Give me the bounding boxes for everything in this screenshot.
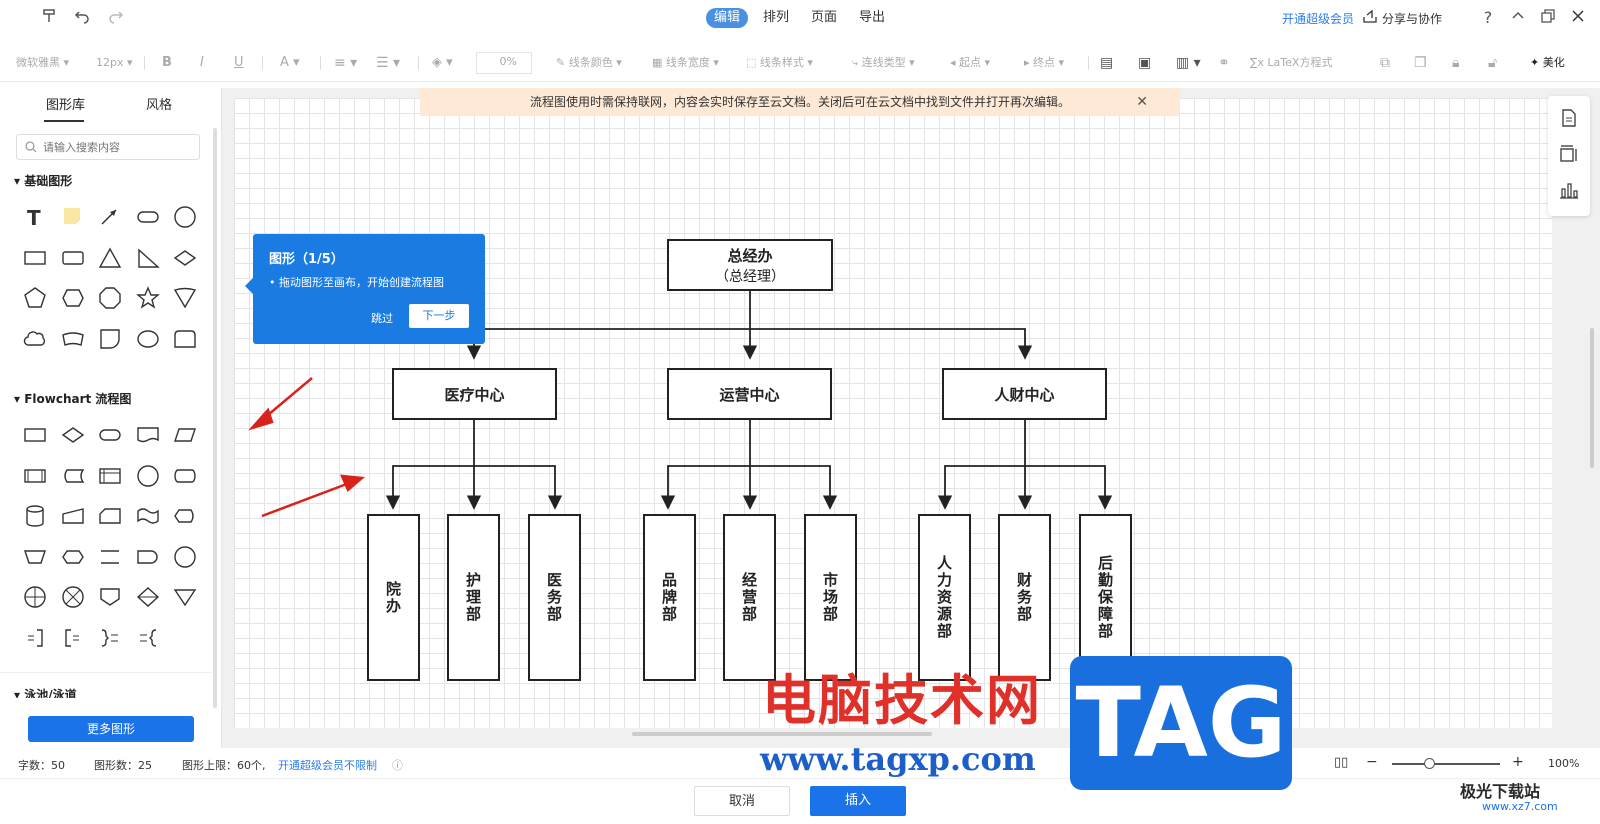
annotation-arrowhead <box>340 474 366 493</box>
zoom-in-icon[interactable]: + <box>1512 754 1524 770</box>
node-center-medical[interactable]: 医疗中心 <box>392 368 557 420</box>
connector-line[interactable] <box>750 465 838 510</box>
connector-line[interactable] <box>466 328 750 360</box>
node-dept[interactable]: 医务部 <box>528 514 581 681</box>
annotation-arrowhead <box>248 407 274 431</box>
map-icon[interactable]: ▯▯ <box>1334 755 1348 770</box>
connector-line[interactable] <box>385 465 474 510</box>
tooltip-text: • 拖动图形至画布，开始创建流程图 <box>269 276 444 289</box>
watermark-tag-logo: TAG <box>1070 656 1292 790</box>
page-icon[interactable] <box>1559 108 1579 128</box>
help-circle-icon[interactable]: ⓘ <box>392 757 403 773</box>
node-dept[interactable]: 护理部 <box>447 514 500 681</box>
node-root-title: 总经办 <box>727 246 773 265</box>
connector-line[interactable] <box>660 465 750 510</box>
connector-line[interactable] <box>750 328 1033 360</box>
chart-icon[interactable] <box>1559 180 1579 200</box>
guide-tooltip: 图形（1/5） • 拖动图形至画布，开始创建流程图 跳过 下一步 <box>245 234 485 344</box>
node-root-subtitle: （总经理） <box>715 268 785 285</box>
watermark-url: www.tagxp.com <box>760 740 1036 778</box>
zoom-slider-handle[interactable] <box>1424 758 1435 769</box>
notice-banner: 流程图使用时需保持联网，内容会实时保存至云文档。关闭后可在云文档中找到文件并打开… <box>420 88 1180 116</box>
char-count: 字数：50 <box>18 759 65 772</box>
node-root[interactable]: 总经办 （总经理） <box>667 239 833 291</box>
connector-line[interactable] <box>474 465 563 510</box>
notice-text: 流程图使用时需保持联网，内容会实时保存至云文档。关闭后可在云文档中找到文件并打开… <box>529 95 1070 109</box>
connector-line[interactable] <box>1025 465 1113 510</box>
shape-limit: 图形上限：60个, <box>182 759 266 772</box>
watermark-text: 电脑技术网 <box>762 669 1042 732</box>
close-icon[interactable]: ✕ <box>1136 88 1148 116</box>
connector-line[interactable] <box>937 465 1025 510</box>
zoom-level: 100% <box>1548 757 1580 770</box>
cancel-button[interactable]: 取消 <box>694 786 790 816</box>
dialog-footer: 取消 插入 <box>0 778 1600 824</box>
watermark-site-url: www.xz7.com <box>1482 800 1558 813</box>
node-center-hr-finance[interactable]: 人财中心 <box>942 368 1107 420</box>
node-dept[interactable]: 院办 <box>367 514 420 681</box>
text-frame-icon[interactable] <box>1559 144 1579 164</box>
insert-button[interactable]: 插入 <box>810 786 906 816</box>
node-center-operations[interactable]: 运营中心 <box>667 368 832 420</box>
right-toolbar <box>1548 96 1590 216</box>
shape-count: 图形数：25 <box>94 759 152 772</box>
next-step-button[interactable]: 下一步 <box>409 304 469 328</box>
zoom-slider-track[interactable] <box>1392 763 1500 765</box>
vip-unlimited-link[interactable]: 开通超级会员不限制 <box>278 757 377 773</box>
tooltip-title: 图形（1/5） <box>269 252 344 267</box>
zoom-out-icon[interactable]: − <box>1366 754 1378 770</box>
node-dept[interactable]: 品牌部 <box>643 514 696 681</box>
tooltip-arrow <box>245 278 253 294</box>
skip-button[interactable]: 跳过 <box>371 310 393 326</box>
annotation-arrow <box>261 480 353 518</box>
watermark-site-name: 极光下载站 <box>1460 782 1541 801</box>
